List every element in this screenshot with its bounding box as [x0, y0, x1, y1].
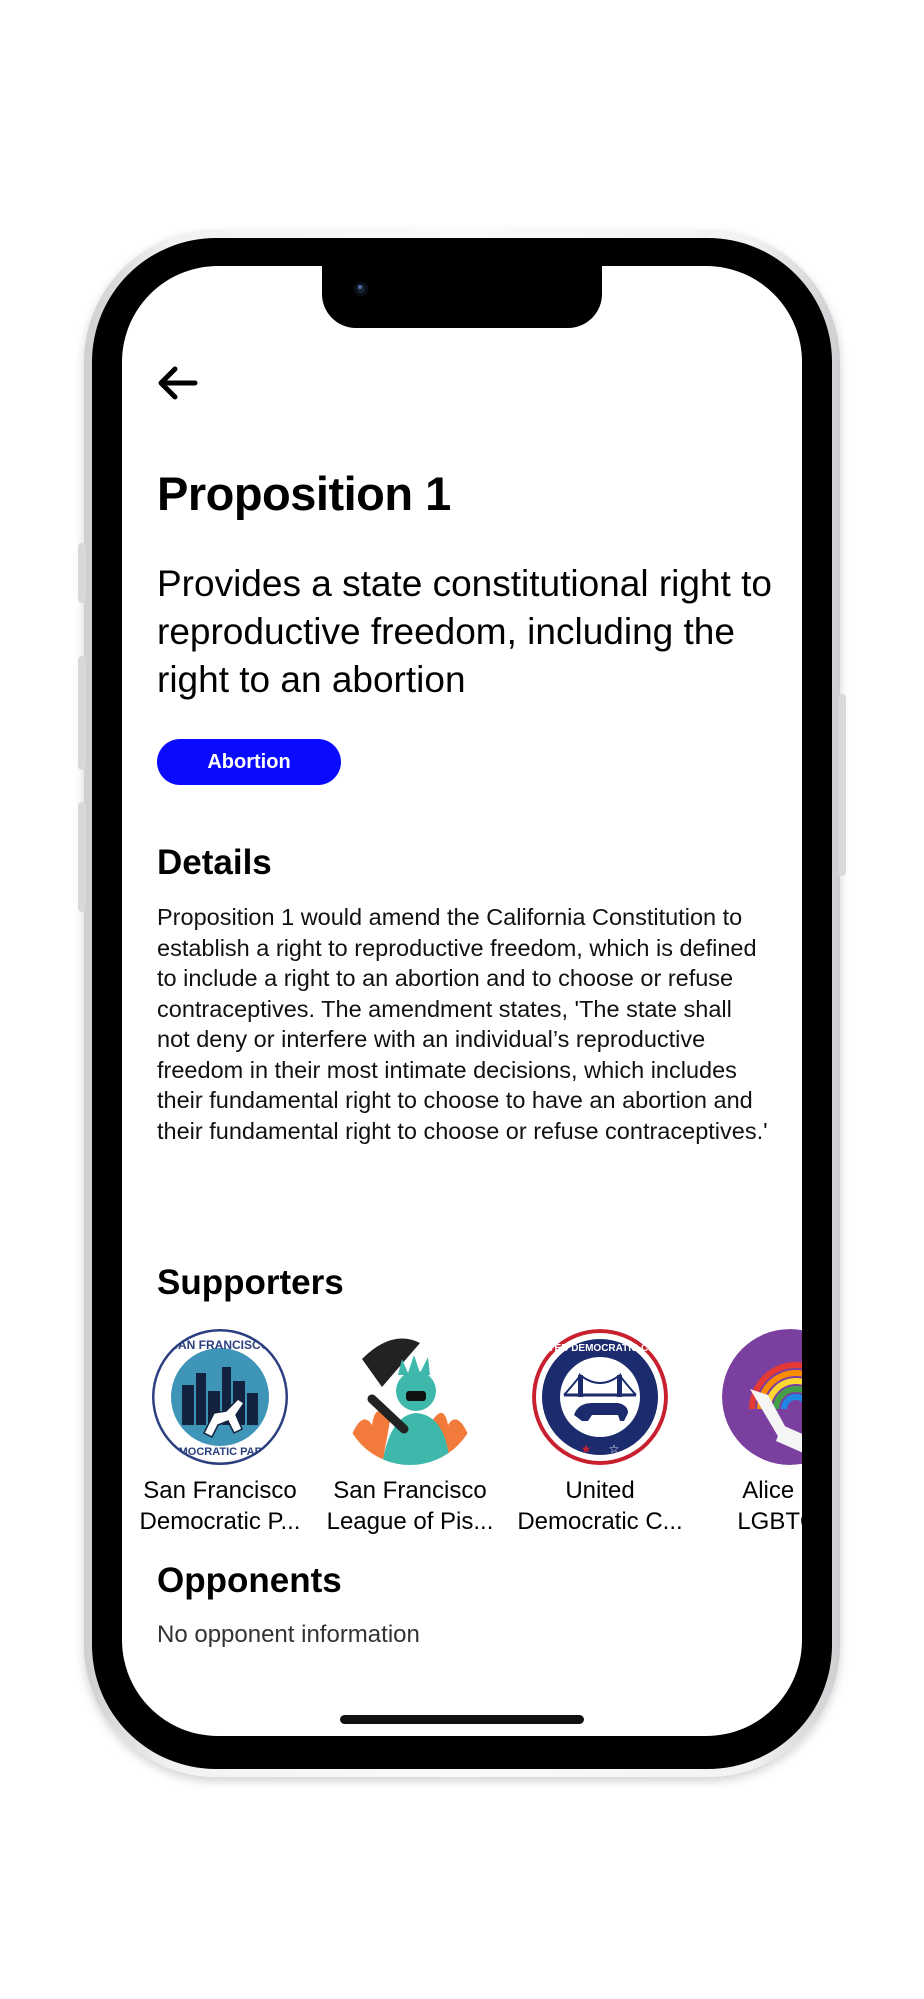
- supporter-name-line1: San Francisco: [333, 1477, 487, 1504]
- svg-text:☆: ☆: [609, 1442, 620, 1456]
- details-heading: Details: [157, 843, 272, 882]
- supporter-name-line2: LGBTQ D: [737, 1508, 802, 1535]
- supporter-name-line2: Democratic P...: [139, 1508, 301, 1535]
- supporter-name-line2: League of Pis...: [326, 1508, 494, 1535]
- details-body: Proposition 1 would amend the California…: [157, 904, 768, 1144]
- svg-text:SAN FRANCISCO: SAN FRANCISCO: [170, 1338, 270, 1352]
- supporter-name-line2: Democratic C...: [517, 1508, 683, 1535]
- silent-switch: [78, 543, 86, 603]
- arrow-left-icon: [158, 366, 198, 400]
- notch: [322, 266, 602, 328]
- power-button: [838, 694, 846, 876]
- supporter-card[interactable]: Alice B T LGBTQ D: [695, 1325, 802, 1537]
- svg-text:★: ★: [581, 1442, 592, 1456]
- statue-of-liberty-logo: [342, 1329, 478, 1465]
- back-button[interactable]: [155, 365, 201, 401]
- front-camera: [354, 282, 368, 296]
- volume-down-button: [78, 802, 86, 912]
- volume-up-button: [78, 656, 86, 770]
- home-indicator[interactable]: [340, 1715, 584, 1724]
- united-democratic-club-logo: UNITED DEMOCRATIC CLUB ★ ☆: [532, 1329, 668, 1465]
- sf-democratic-party-logo: SAN FRANCISCO DEMOCRATIC PARTY: [152, 1329, 288, 1465]
- svg-text:DEMOCRATIC PARTY: DEMOCRATIC PARTY: [163, 1446, 277, 1458]
- supporter-name-line1: United: [565, 1477, 635, 1504]
- supporter-card[interactable]: San Francisco League of Pis...: [315, 1325, 505, 1537]
- topic-tag[interactable]: Abortion: [157, 739, 341, 785]
- no-opponents-text: No opponent information: [157, 1621, 420, 1648]
- page-title: Proposition 1: [157, 467, 451, 520]
- opponents-heading: Opponents: [157, 1561, 342, 1600]
- svg-text:UNITED DEMOCRATIC CLUB: UNITED DEMOCRATIC CLUB: [532, 1343, 668, 1354]
- supporters-carousel[interactable]: SAN FRANCISCO DEMOCRATIC PARTY San Franc…: [122, 1325, 802, 1545]
- supporter-card[interactable]: UNITED DEMOCRATIC CLUB ★ ☆ United Democr…: [505, 1325, 695, 1537]
- supporter-card[interactable]: SAN FRANCISCO DEMOCRATIC PARTY San Franc…: [125, 1325, 315, 1537]
- torch-rainbow-logo: [722, 1329, 802, 1465]
- supporter-name-line1: San Francisco: [143, 1477, 297, 1504]
- supporter-name-line1: Alice B T: [742, 1477, 802, 1504]
- proposition-summary: Provides a state constitutional right to…: [157, 563, 772, 700]
- supporters-heading: Supporters: [157, 1263, 344, 1302]
